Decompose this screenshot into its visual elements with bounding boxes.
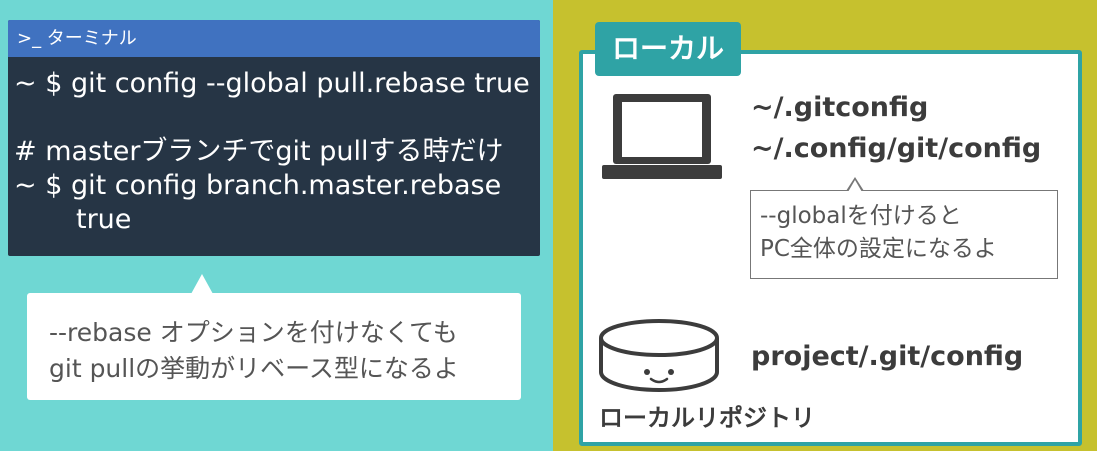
repository-label: ローカルリポジトリ <box>599 404 815 432</box>
rebase-callout: --rebase オプションを付けなくても git pullの挙動がリベース型に… <box>27 274 521 400</box>
global-config-path: ~/.gitconfig <box>751 92 929 123</box>
terminal-line: ~ $ git config --global pull.rebase true <box>14 68 530 99</box>
laptop-icon <box>602 94 722 179</box>
local-label: ローカル <box>595 22 741 76</box>
terminal-body: ~ $ git config --global pull.rebase true… <box>8 57 540 237</box>
terminal-title: >_ ターミナル <box>8 20 540 57</box>
terminal-line: true <box>76 204 132 235</box>
callout-line: --globalを付けると <box>760 203 962 229</box>
terminal-line: ~ $ git config branch.master.rebase <box>14 170 502 201</box>
callout-line: --rebase オプションを付けなくても <box>49 318 458 347</box>
callout-line: PC全体の設定になるよ <box>760 236 997 262</box>
callout-line: git pullの挙動がリベース型になるよ <box>49 354 459 383</box>
callout-tail-inner <box>848 180 862 192</box>
callout-tail <box>191 274 213 294</box>
terminal-line: # masterブランチでgit pullする時だけ <box>14 136 504 167</box>
terminal-window: >_ ターミナル ~ $ git config --global pull.re… <box>8 20 540 256</box>
repo-config-path: project/.git/config <box>751 341 1024 372</box>
repository-icon <box>599 319 719 392</box>
global-callout: --globalを付けると PC全体の設定になるよ <box>750 177 1058 279</box>
global-config-path: ~/.config/git/config <box>751 133 1042 164</box>
